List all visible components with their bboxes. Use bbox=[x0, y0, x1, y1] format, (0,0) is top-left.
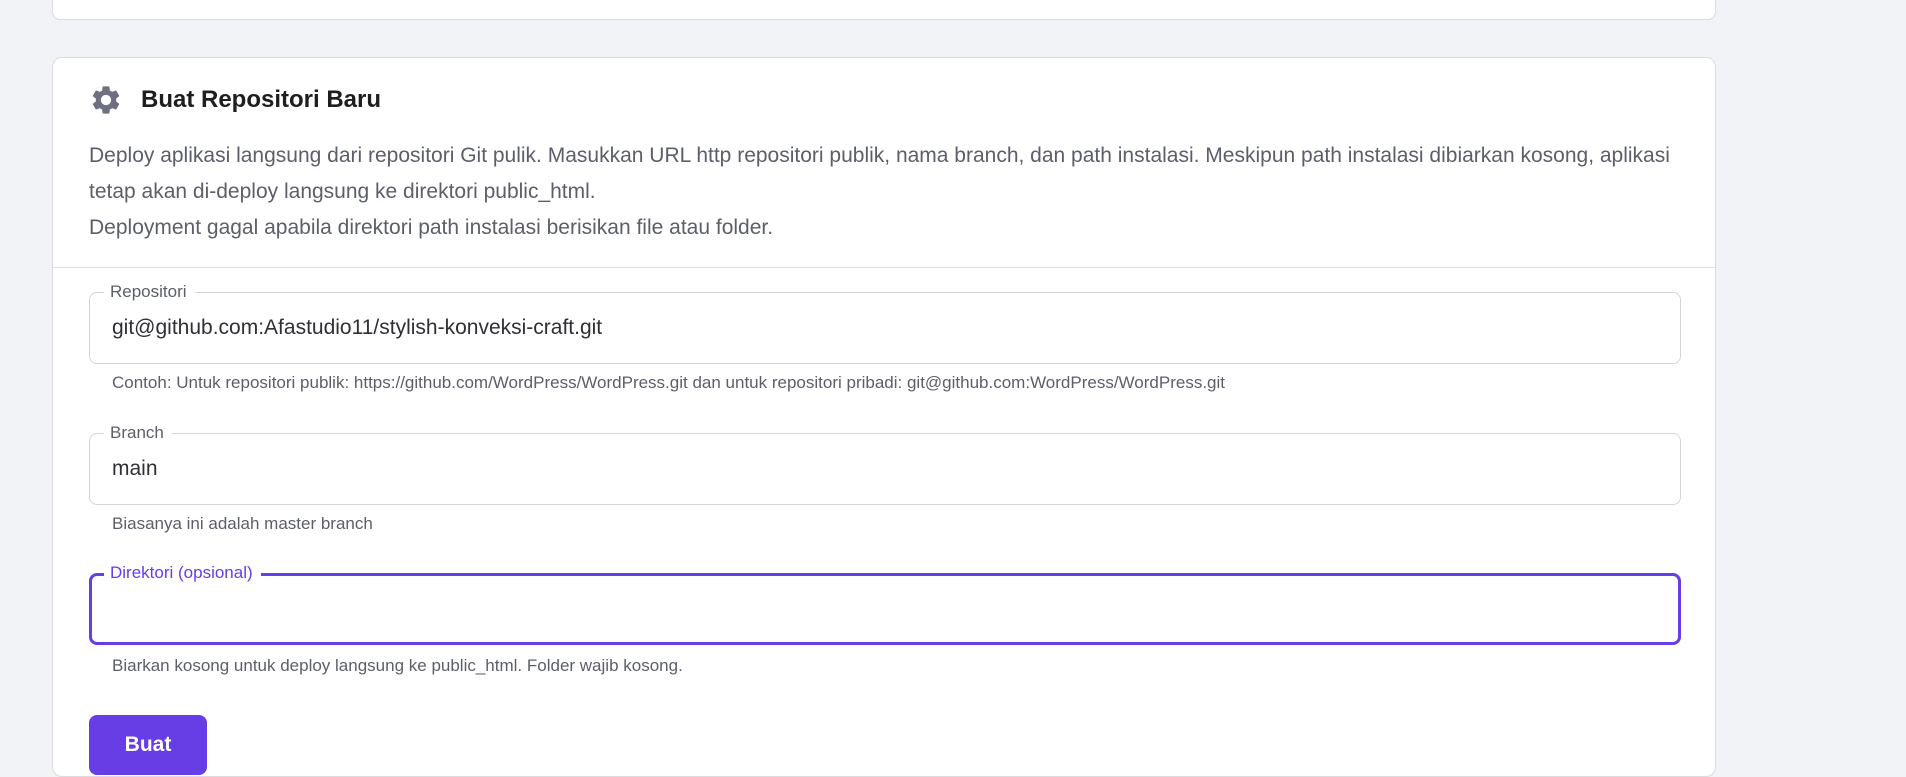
card-description: Deploy aplikasi langsung dari repositori… bbox=[89, 138, 1679, 246]
header-divider bbox=[53, 267, 1715, 268]
card-title: Buat Repositori Baru bbox=[141, 86, 382, 113]
gear-icon bbox=[89, 83, 123, 117]
branch-hint: Biasanya ini adalah master branch bbox=[112, 514, 373, 533]
branch-input[interactable] bbox=[112, 434, 1652, 504]
directory-input[interactable] bbox=[112, 576, 1652, 642]
directory-field: Direktori (opsional) bbox=[89, 562, 1681, 645]
branch-field: Branch bbox=[89, 422, 1681, 505]
create-button[interactable]: Buat bbox=[89, 715, 207, 775]
repository-input[interactable] bbox=[112, 293, 1652, 363]
description-paragraph: Deploy aplikasi langsung dari repositori… bbox=[89, 144, 1670, 203]
card-title-row: Buat Repositori Baru bbox=[89, 82, 381, 118]
repository-field: Repositori bbox=[89, 281, 1681, 364]
card-header: Buat Repositori Baru Deploy aplikasi lan… bbox=[53, 58, 1715, 268]
previous-card bbox=[52, 0, 1716, 20]
create-repository-card: Buat Repositori Baru Deploy aplikasi lan… bbox=[52, 57, 1716, 777]
directory-hint: Biarkan kosong untuk deploy langsung ke … bbox=[112, 656, 683, 675]
repository-hint: Contoh: Untuk repositori publik: https:/… bbox=[112, 373, 1225, 392]
description-warning: Deployment gagal apabila direktori path … bbox=[89, 216, 774, 239]
